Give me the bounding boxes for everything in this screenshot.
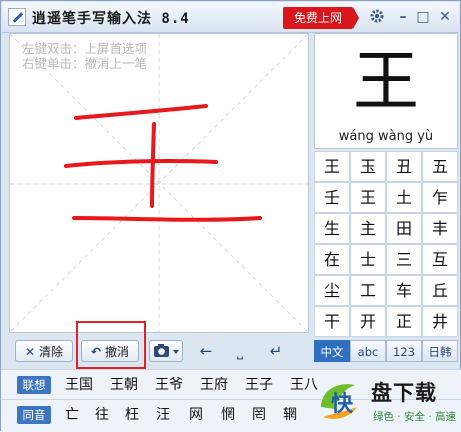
- space-icon[interactable]: ⎵: [231, 342, 249, 360]
- clear-label: 清除: [39, 345, 64, 359]
- homophone-char[interactable]: 惘: [221, 405, 235, 425]
- candidate-cell[interactable]: 在: [315, 245, 349, 274]
- association-word[interactable]: 王朝: [110, 375, 138, 395]
- candidate-cell[interactable]: 丰: [423, 214, 457, 243]
- restore-button[interactable]: □: [414, 8, 432, 26]
- candidate-cell[interactable]: 丑: [387, 152, 421, 181]
- mode-tab-123[interactable]: 123: [386, 340, 422, 362]
- stroke-bottom: [72, 216, 262, 222]
- homophone-char[interactable]: 往: [95, 405, 109, 425]
- watermark-logo: 快: [321, 384, 357, 419]
- homophone-label: 同音: [17, 406, 51, 424]
- homophone-char[interactable]: 罔: [252, 405, 266, 425]
- pen-app-icon: [8, 8, 26, 26]
- undo-highlight-box: [76, 321, 146, 369]
- mode-tab-abc[interactable]: abc: [350, 340, 386, 362]
- candidate-cell[interactable]: 尘: [315, 276, 349, 305]
- close-button[interactable]: ✕: [436, 8, 454, 26]
- association-word[interactable]: 王府: [200, 375, 228, 395]
- site-watermark: 快 盘下载 绿色 · 安全 · 高速: [301, 373, 461, 432]
- candidate-cell[interactable]: 王: [351, 183, 385, 212]
- candidate-cell[interactable]: 壬: [315, 183, 349, 212]
- homophone-char[interactable]: 网: [189, 405, 203, 425]
- clear-icon: ✕: [24, 345, 36, 359]
- watermark-title: 盘下载: [371, 381, 437, 405]
- input-mode-tabs: 中文 abc 123 日韩: [314, 340, 458, 362]
- handwriting-strokes: [64, 104, 262, 222]
- candidate-cell[interactable]: 井: [423, 307, 457, 336]
- candidate-cell[interactable]: 乍: [423, 183, 457, 212]
- gear-icon[interactable]: [368, 8, 386, 26]
- clear-button[interactable]: ✕ 清除: [15, 340, 73, 362]
- gear-icon-svg: [370, 9, 384, 23]
- app-window: 逍遥笔手写输入法 8.4 免费上网 – □ ✕ 左键双击：上屏首选项 右键单击：…: [0, 0, 461, 432]
- candidate-cell[interactable]: 生: [315, 214, 349, 243]
- mode-tab-chinese[interactable]: 中文: [314, 340, 350, 362]
- homophone-char[interactable]: 辋: [283, 405, 297, 425]
- minimize-button[interactable]: –: [394, 8, 412, 26]
- stroke-top: [74, 104, 208, 120]
- association-word[interactable]: 王爷: [155, 375, 183, 395]
- association-word[interactable]: 王国: [65, 375, 93, 395]
- camera-button[interactable]: [149, 340, 183, 362]
- candidate-cell[interactable]: 车: [387, 276, 421, 305]
- stroke-middle: [64, 159, 218, 168]
- candidate-cell[interactable]: 田: [387, 214, 421, 243]
- handwriting-canvas[interactable]: 左键双击：上屏首选项 右键单击：撤消上一笔: [9, 33, 309, 333]
- candidate-cell[interactable]: 工: [351, 276, 385, 305]
- candidate-cell[interactable]: 士: [351, 245, 385, 274]
- candidate-cell[interactable]: 互: [423, 245, 457, 274]
- free-internet-button[interactable]: 免费上网: [283, 7, 359, 29]
- homophone-char[interactable]: 枉: [125, 405, 139, 425]
- character-preview: 王 wáng wàng yù: [314, 33, 458, 149]
- window-title: 逍遥笔手写输入法 8.4: [32, 11, 190, 27]
- homophone-char[interactable]: 汪: [156, 405, 170, 425]
- association-label: 联想: [17, 376, 51, 394]
- candidate-cell[interactable]: 三: [387, 245, 421, 274]
- candidate-cell[interactable]: 丘: [423, 276, 457, 305]
- candidate-cell[interactable]: 土: [387, 183, 421, 212]
- candidate-cell[interactable]: 王: [315, 152, 349, 181]
- candidate-cell[interactable]: 五: [423, 152, 457, 181]
- candidate-cell[interactable]: 开: [351, 307, 385, 336]
- association-word[interactable]: 王子: [245, 375, 273, 395]
- watermark-logo-char: 快: [331, 392, 354, 417]
- candidate-cell[interactable]: 干: [315, 307, 349, 336]
- watermark-subtitle: 绿色 · 安全 · 高速: [373, 411, 457, 423]
- backspace-icon[interactable]: ←: [197, 342, 215, 360]
- canvas-toolbar: ✕ 清除 ↶ 撤消 ← ⎵ ↵: [9, 335, 309, 367]
- mode-tab-jp-kr[interactable]: 日韩: [422, 340, 458, 362]
- enter-icon[interactable]: ↵: [267, 342, 285, 360]
- candidate-cell[interactable]: 正: [387, 307, 421, 336]
- preview-character: 王: [353, 43, 419, 120]
- candidate-grid: 王 玉 丑 五 壬 王 土 乍 生 主 田 丰 在 士 三 互 尘 工 车 丘 …: [314, 151, 458, 337]
- title-bar[interactable]: 逍遥笔手写输入法 8.4 免费上网 – □ ✕: [2, 2, 459, 33]
- candidate-cell[interactable]: 主: [351, 214, 385, 243]
- homophone-char[interactable]: 亡: [65, 405, 79, 425]
- preview-pinyin: wáng wàng yù: [338, 129, 434, 144]
- candidate-cell[interactable]: 玉: [351, 152, 385, 181]
- camera-icon: [154, 344, 179, 357]
- stroke-vertical: [150, 122, 156, 208]
